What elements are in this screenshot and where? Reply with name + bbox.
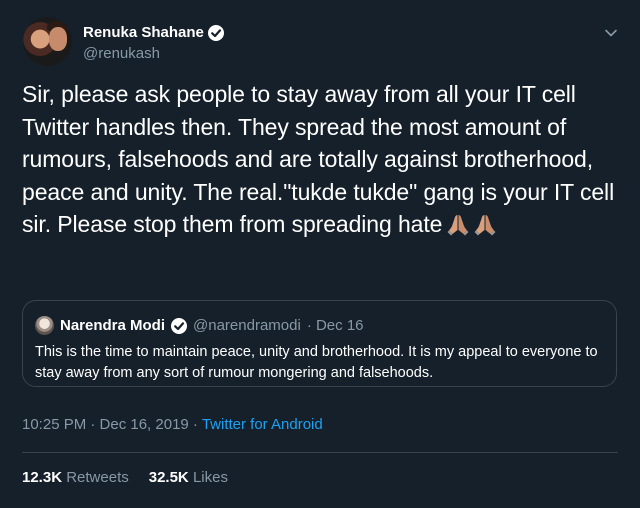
verified-badge-icon	[207, 24, 224, 41]
tweet-source-link[interactable]: Twitter for Android	[202, 416, 323, 433]
likes-count: 32.5K	[148, 469, 189, 486]
engagement-stats: 12.3K Retweets 32.5K Likes	[22, 469, 228, 486]
tweet-text: Sir, please ask people to stay away from…	[22, 81, 615, 237]
quoted-author-name: Narendra Modi	[60, 317, 166, 334]
verified-badge-icon	[171, 317, 188, 334]
quoted-tweet[interactable]: Narendra Modi @narendramodi · Dec 16 Thi…	[22, 300, 617, 387]
quoted-author-avatar	[35, 316, 54, 335]
retweets-count: 12.3K	[22, 469, 63, 486]
tweet-card: Renuka Shahane @renukash Sir, please ask…	[0, 0, 640, 508]
quoted-tweet-header: Narendra Modi @narendramodi · Dec 16	[35, 316, 364, 335]
quoted-author-handle: @narendramodi	[193, 317, 301, 334]
author-display-name[interactable]: Renuka Shahane	[83, 24, 204, 41]
likes-stat[interactable]: 32.5K Likes	[149, 469, 228, 486]
chevron-down-icon[interactable]	[604, 26, 618, 40]
retweets-stat[interactable]: 12.3K Retweets	[22, 469, 129, 486]
tweet-timestamp[interactable]: 10:25 PM · Dec 16, 2019 ·	[22, 416, 202, 433]
likes-label: Likes	[192, 469, 228, 486]
retweets-label: Retweets	[66, 469, 129, 486]
author-handle[interactable]: @renukash	[83, 45, 160, 62]
author-avatar[interactable]	[23, 17, 72, 66]
quoted-tweet-text: This is the time to maintain peace, unit…	[35, 344, 598, 381]
quoted-tweet-date: · Dec 16	[306, 317, 364, 334]
avatar-detail	[49, 27, 67, 51]
tweet-body: Sir, please ask people to stay away from…	[22, 78, 622, 241]
folded-hands-icon	[446, 212, 497, 236]
tweet-meta: 10:25 PM · Dec 16, 2019 · Twitter for An…	[22, 416, 323, 433]
divider	[22, 452, 618, 453]
author-name-row: Renuka Shahane	[83, 24, 224, 41]
